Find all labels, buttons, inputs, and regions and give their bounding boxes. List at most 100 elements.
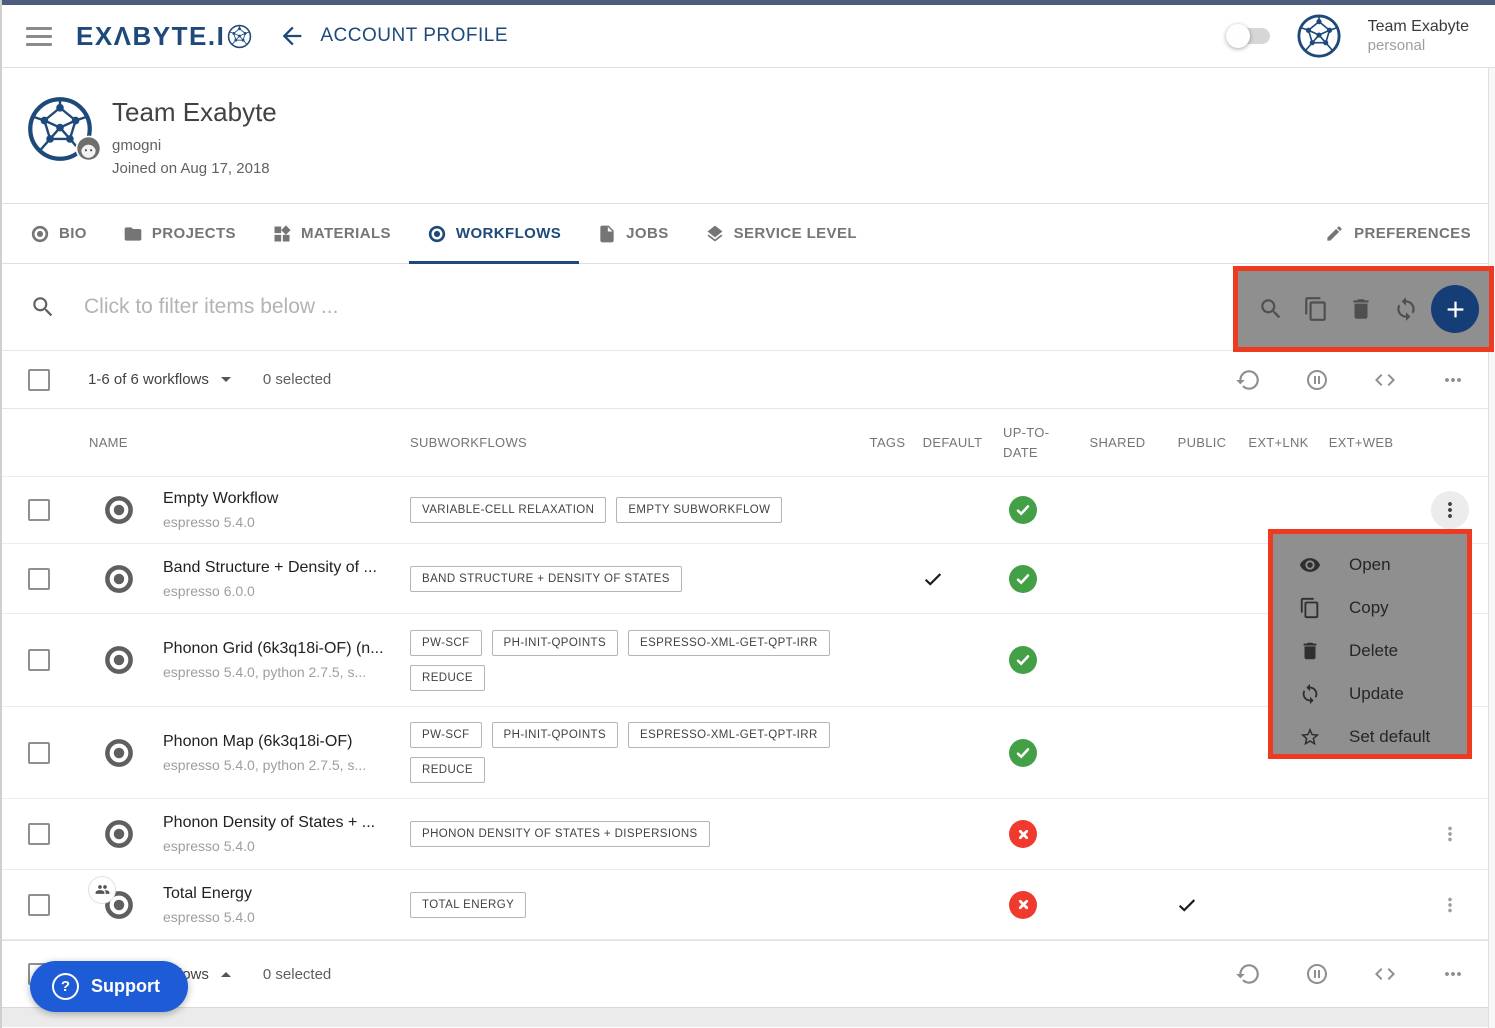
table-row: Total Energyespresso 5.4.0TOTAL ENERGY [0, 870, 1495, 940]
more-horizontal-icon[interactable] [1441, 962, 1465, 986]
tab-bio[interactable]: BIO [12, 204, 105, 263]
up-to-date-yes-icon [1009, 565, 1037, 593]
row-menu-button[interactable] [1439, 823, 1461, 845]
row-menu-button[interactable] [1439, 894, 1461, 916]
column-header-up-to-date[interactable]: UP-TO-DATE [990, 423, 1070, 462]
column-header-name[interactable]: NAME [75, 435, 410, 450]
logo-globe-icon [227, 24, 252, 49]
page-title: ACCOUNT PROFILE [320, 25, 508, 47]
row-checkbox[interactable] [28, 568, 50, 590]
tabs: BIOPROJECTSMATERIALSWORKFLOWSJOBSSERVICE… [12, 204, 875, 263]
subworkflow-chip: PW-SCF [410, 722, 482, 748]
hamburger-menu-icon[interactable] [26, 27, 52, 46]
header-avatar[interactable] [1296, 13, 1342, 59]
range-label[interactable]: 1-6 of 6 workflows [88, 371, 209, 388]
selection-bar-bottom: 1-6 of 6 workflows 0 selected [0, 940, 1495, 1007]
profile-joined-date: Joined on Aug 17, 2018 [112, 160, 277, 177]
workflow-icon [102, 562, 136, 596]
table-row: Phonon Density of States + ... espresso 5… [0, 799, 1495, 870]
menu-item-open[interactable]: Open [1273, 543, 1467, 586]
row-menu-button[interactable] [1431, 491, 1469, 529]
workflow-apps: espresso 5.4.0 [163, 838, 255, 854]
workflow-icon [102, 888, 136, 922]
workflow-name[interactable]: Band Structure + Density of ... [163, 559, 377, 577]
menu-item-copy[interactable]: Copy [1273, 586, 1467, 629]
selected-count: 0 selected [263, 371, 331, 388]
row-checkbox[interactable] [28, 499, 50, 521]
add-workflow-button[interactable] [1431, 285, 1479, 333]
undo-icon[interactable] [1235, 961, 1261, 987]
pencil-icon [1325, 224, 1344, 243]
up-to-date-yes-icon [1009, 496, 1037, 524]
public-check-icon [1176, 894, 1198, 916]
widgets-icon [272, 224, 292, 244]
column-header-shared[interactable]: SHARED [1070, 435, 1165, 450]
exabyte-logo[interactable]: EXΛBYTE.I [76, 21, 252, 52]
trash-icon[interactable] [1338, 296, 1383, 322]
menu-item-set-default[interactable]: Set default [1273, 715, 1467, 758]
chevron-down-icon[interactable] [221, 377, 231, 387]
up-to-date-no-icon [1009, 820, 1037, 848]
tab-projects[interactable]: PROJECTS [105, 204, 254, 263]
row-checkbox[interactable] [28, 823, 50, 845]
workflow-name[interactable]: Empty Workflow [163, 490, 278, 508]
workflow-name[interactable]: Total Energy [163, 885, 252, 903]
user-face-badge-icon [75, 135, 102, 167]
page-background-strip [0, 1007, 1495, 1027]
account-type: personal [1368, 37, 1469, 56]
preferences-button[interactable]: PREFERENCES [1325, 204, 1471, 263]
subworkflow-chip: REDUCE [410, 665, 485, 691]
star-icon [1299, 726, 1325, 748]
workflow-icon [102, 493, 136, 527]
trash-icon [1299, 640, 1325, 662]
code-icon[interactable] [1373, 962, 1397, 986]
subworkflow-chip: PW-SCF [410, 630, 482, 656]
copy-icon[interactable] [1293, 296, 1338, 322]
account-toggle[interactable] [1228, 28, 1270, 44]
column-header-ext-lnk[interactable]: EXT+LNK [1239, 435, 1318, 450]
column-header-ext-web[interactable]: EXT+WEB [1318, 435, 1404, 450]
selected-count-bottom: 0 selected [263, 966, 331, 983]
chevron-up-icon[interactable] [221, 967, 231, 977]
workflow-name[interactable]: Phonon Map (6k3q18i-OF) [163, 733, 352, 751]
menu-item-update[interactable]: Update [1273, 672, 1467, 715]
pause-circle-icon[interactable] [1305, 962, 1329, 986]
undo-icon[interactable] [1235, 367, 1261, 393]
subworkflow-chip: BAND STRUCTURE + DENSITY OF STATES [410, 566, 682, 592]
column-header-default[interactable]: DEFAULT [915, 435, 990, 450]
filter-input[interactable] [82, 294, 726, 320]
row-checkbox[interactable] [28, 649, 50, 671]
menu-item-delete[interactable]: Delete [1273, 629, 1467, 672]
select-all-checkbox[interactable] [28, 369, 50, 391]
default-check-icon [922, 568, 944, 590]
row-checkbox[interactable] [28, 894, 50, 916]
support-button[interactable]: ? Support [30, 961, 188, 1012]
scrollbar[interactable] [1488, 68, 1495, 1028]
selection-bar-top: 1-6 of 6 workflows 0 selected [0, 351, 1495, 409]
pause-circle-icon[interactable] [1305, 368, 1329, 392]
subworkflow-chip: REDUCE [410, 757, 485, 783]
tabs-bar: BIOPROJECTSMATERIALSWORKFLOWSJOBSSERVICE… [0, 204, 1495, 264]
more-horizontal-icon[interactable] [1441, 368, 1465, 392]
search-icon[interactable] [1248, 296, 1293, 322]
question-icon: ? [52, 973, 79, 1000]
context-menu-highlight-annotation: OpenCopyDeleteUpdateSet default [1268, 529, 1472, 759]
row-checkbox[interactable] [28, 742, 50, 764]
column-header-tags[interactable]: TAGS [860, 435, 915, 450]
code-icon[interactable] [1373, 368, 1397, 392]
tab-jobs[interactable]: JOBS [579, 204, 686, 263]
workflow-name[interactable]: Phonon Density of States + ... [163, 814, 375, 832]
tab-workflows[interactable]: WORKFLOWS [409, 204, 579, 263]
workflow-name[interactable]: Phonon Grid (6k3q18i-OF) (n... [163, 640, 384, 658]
tab-service-level[interactable]: SERVICE LEVEL [687, 204, 875, 263]
copy-icon [1299, 597, 1325, 619]
sync-icon[interactable] [1383, 296, 1428, 322]
column-header-subworkflows[interactable]: SUBWORKFLOWS [410, 435, 860, 450]
back-arrow-icon[interactable] [278, 22, 306, 50]
profile-section: Team Exabyte gmogni Joined on Aug 17, 20… [0, 68, 1495, 204]
tab-materials[interactable]: MATERIALS [254, 204, 409, 263]
subworkflow-chip: VARIABLE-CELL RELAXATION [410, 497, 606, 523]
workflow-apps: espresso 6.0.0 [163, 583, 255, 599]
account-info[interactable]: Team Exabyte personal [1368, 17, 1469, 56]
column-header-public[interactable]: PUBLIC [1165, 435, 1239, 450]
